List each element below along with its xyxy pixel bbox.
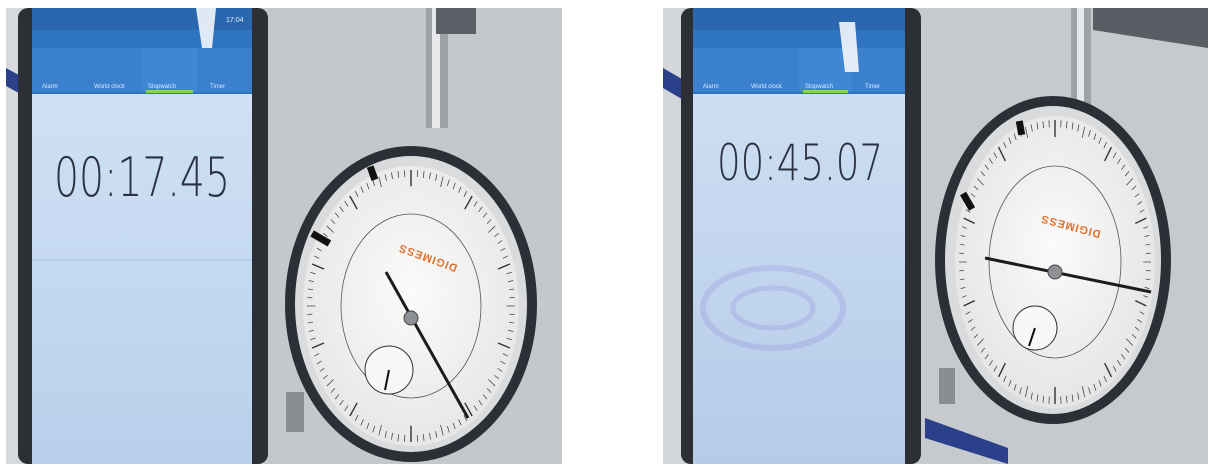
tab-stopwatch-indicator: [146, 90, 193, 93]
status-bar: [693, 8, 905, 30]
photo-right: Alarm World clock Stopwatch Timer 00:45.…: [663, 8, 1208, 464]
tab-stopwatch-label: Stopwatch: [148, 84, 176, 90]
tab-bar: Alarm World clock Stopwatch Timer: [693, 48, 905, 93]
tab-stopwatch-label: Stopwatch: [805, 84, 833, 90]
tab-alarm-label: Alarm: [703, 84, 719, 90]
stopwatch-time: 00:17.45: [54, 146, 230, 209]
gauge-mount: [939, 368, 955, 404]
gauge-needle-hub: [1047, 264, 1063, 280]
tab-alarm[interactable]: [32, 48, 87, 92]
photo-left: 17:04 Alarm World clock Stopwatch Timer …: [6, 8, 562, 464]
tab-world-clock-label: World clock: [94, 84, 126, 90]
status-clock: 17:04: [226, 17, 244, 24]
gauge-face: [303, 166, 519, 446]
photo-left-scene: 17:04 Alarm World clock Stopwatch Timer …: [6, 8, 562, 464]
stopwatch-time: 00:45.07: [717, 134, 883, 192]
tab-timer-label: Timer: [210, 84, 225, 90]
tab-alarm[interactable]: [693, 48, 746, 92]
photo-right-scene: Alarm World clock Stopwatch Timer 00:45.…: [663, 8, 1208, 464]
gauge-face: [955, 116, 1155, 408]
tab-world-clock-label: World clock: [751, 84, 783, 90]
gauge-stem-highlight: [1077, 8, 1084, 108]
tab-alarm-label: Alarm: [42, 84, 58, 90]
dial-gauge: DIGIMESS: [285, 146, 537, 462]
tab-timer-label: Timer: [865, 84, 880, 90]
status-bar: [32, 8, 252, 30]
dial-gauge: DIGIMESS: [935, 96, 1171, 424]
gauge-mount: [286, 392, 304, 432]
tab-bar: Alarm World clock Stopwatch Timer: [32, 48, 252, 93]
tab-stopwatch-indicator: [803, 90, 848, 93]
gauge-needle-hub: [403, 310, 419, 326]
gauge-clamp: [436, 8, 476, 34]
